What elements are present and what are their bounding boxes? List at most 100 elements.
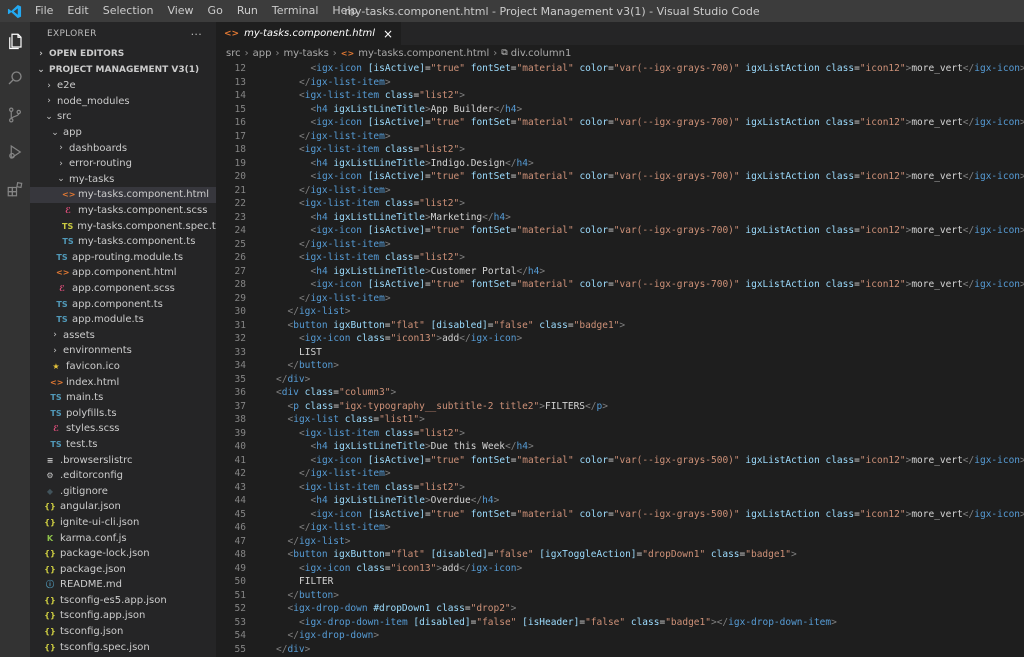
file-item[interactable]: TS my-tasks.component.spec.ts	[30, 218, 216, 234]
code-editor[interactable]: 12 <igx-icon [isActive]="true" fontSet="m…	[216, 62, 1024, 656]
folder-item[interactable]: ⌄ src	[30, 109, 216, 125]
code-token: igxListAction	[745, 225, 820, 236]
chevron-down-icon: ⌄	[37, 65, 45, 75]
code-token: "material"	[516, 63, 574, 74]
git-file-icon: ◆	[46, 486, 54, 496]
file-item[interactable]: TS test.ts	[30, 437, 216, 453]
close-icon[interactable]: ×	[383, 27, 393, 41]
run-debug-icon[interactable]	[0, 133, 30, 170]
file-item[interactable]: {} tsconfig.json	[30, 624, 216, 640]
menu-terminal[interactable]: Terminal	[265, 0, 326, 22]
file-item[interactable]: <> index.html	[30, 374, 216, 390]
code-token: "false"	[493, 319, 534, 331]
file-item[interactable]: {} angular.json	[30, 499, 216, 515]
code-token: </	[299, 292, 311, 304]
menu-go[interactable]: Go	[201, 0, 230, 22]
line-number: 53	[234, 616, 246, 628]
code-token: Overdue	[430, 495, 471, 506]
code-text: <button igxButton="flat" [disabled]="fal…	[276, 548, 797, 562]
menu-file[interactable]: File	[28, 0, 60, 22]
tree-item-label: app.component.html	[72, 267, 177, 279]
folder-item[interactable]: › assets	[30, 328, 216, 344]
search-icon[interactable]	[0, 59, 30, 96]
folder-item[interactable]: › node_modules	[30, 94, 216, 110]
folder-item[interactable]: ⌄ my-tasks	[30, 172, 216, 188]
file-item[interactable]: {} tsconfig.app.json	[30, 608, 216, 624]
json-file-icon: {}	[44, 502, 56, 512]
folder-item[interactable]: ⌄ app	[30, 125, 216, 141]
code-token: more_vert	[911, 225, 963, 236]
file-item[interactable]: ℰmy-tasks.component.scss	[30, 203, 216, 219]
menu-run[interactable]: Run	[230, 0, 265, 22]
code-token: >	[384, 468, 391, 479]
file-item[interactable]: ⚙ .editorconfig	[30, 468, 216, 484]
file-item[interactable]: ≡ .browserslistrc	[30, 452, 216, 468]
breadcrumb-item[interactable]: my-tasks.component.html	[358, 48, 489, 59]
code-token: more_vert	[911, 117, 963, 128]
project-section[interactable]: ⌄ PROJECT MANAGEMENT V3(1)	[30, 62, 216, 78]
folder-item[interactable]: › environments	[30, 343, 216, 359]
tree-item-label: polyfills.ts	[66, 407, 117, 419]
line-number: 16	[234, 117, 246, 128]
code-line: 36 <div class="column3">	[216, 386, 1024, 400]
code-token: [disabled]	[430, 549, 488, 560]
tree-item-label: tsconfig.app.json	[60, 610, 146, 622]
file-item[interactable]: {} package-lock.json	[30, 546, 216, 562]
code-token: </	[459, 333, 471, 344]
file-item[interactable]: TS main.ts	[30, 390, 216, 406]
code-text: </igx-list-item>	[276, 184, 391, 198]
menu-selection[interactable]: Selection	[96, 0, 161, 22]
menu-view[interactable]: View	[160, 0, 200, 22]
folder-item[interactable]: › dashboards	[30, 140, 216, 156]
code-token: class	[710, 549, 740, 560]
file-item[interactable]: <> my-tasks.component.html	[30, 187, 216, 203]
code-token: color	[579, 454, 609, 466]
file-item[interactable]: TS app.component.ts	[30, 296, 216, 312]
chevron-right-icon: ›	[244, 47, 249, 59]
file-item[interactable]: TS polyfills.ts	[30, 405, 216, 421]
file-item[interactable]: ◆ .gitignore	[30, 483, 216, 499]
breadcrumb-item[interactable]: div.column1	[511, 48, 572, 59]
code-token: class	[384, 427, 414, 439]
folder-item[interactable]: › e2e	[30, 78, 216, 94]
menu-edit[interactable]: Edit	[60, 0, 95, 22]
code-token: igx-icon	[316, 63, 362, 74]
breadcrumb-item[interactable]: my-tasks	[283, 48, 328, 59]
source-control-icon[interactable]	[0, 96, 30, 133]
code-token: </	[287, 589, 299, 601]
file-item[interactable]: ⓘ README.md	[30, 577, 216, 593]
tree-item-label: .browserslistrc	[60, 454, 133, 466]
breadcrumb-item[interactable]: src	[226, 48, 241, 59]
file-item[interactable]: {} ignite-ui-cli.json	[30, 515, 216, 531]
more-actions-icon[interactable]: ···	[191, 28, 202, 41]
ts-file-icon: TS	[50, 393, 62, 403]
folder-item[interactable]: › error-routing	[30, 156, 216, 172]
menu-help[interactable]: Help	[325, 0, 364, 22]
file-item[interactable]: ★ favicon.ico	[30, 359, 216, 375]
file-item[interactable]: {} tsconfig.spec.json	[30, 639, 216, 655]
code-token: igx-list-item	[304, 252, 380, 263]
file-item[interactable]: Kkarma.conf.js	[30, 530, 216, 546]
code-text: <h4 igxListLineTitle>App Builder</h4>	[276, 103, 523, 117]
tab-my-tasks-component-html[interactable]: <> my-tasks.component.html ×	[216, 22, 402, 45]
code-token: igxListLineTitle	[333, 265, 425, 277]
code-line: 18 <igx-list-item class="list2">	[216, 143, 1024, 157]
code-token: </	[459, 562, 471, 574]
file-item[interactable]: TS app.module.ts	[30, 312, 216, 328]
file-item[interactable]: ℰapp.component.scss	[30, 281, 216, 297]
code-token: igxListAction	[745, 279, 820, 290]
extensions-icon[interactable]	[0, 170, 30, 207]
file-item[interactable]: TS app-routing.module.ts	[30, 250, 216, 266]
code-token: >	[1020, 454, 1024, 466]
code-line: 51 </button>	[216, 589, 1024, 603]
open-editors-section[interactable]: › OPEN EDITORS	[30, 46, 216, 62]
breadcrumb-item[interactable]: app	[253, 48, 272, 59]
file-item[interactable]: {} tsconfig-es5.app.json	[30, 593, 216, 609]
file-item[interactable]: <> app.component.html	[30, 265, 216, 281]
file-item[interactable]: {} package.json	[30, 561, 216, 577]
file-item[interactable]: ℰstyles.scss	[30, 421, 216, 437]
code-token: >	[384, 522, 391, 533]
explorer-icon[interactable]	[0, 22, 30, 59]
file-item[interactable]: TS my-tasks.component.ts	[30, 234, 216, 250]
line-number: 21	[234, 184, 246, 196]
